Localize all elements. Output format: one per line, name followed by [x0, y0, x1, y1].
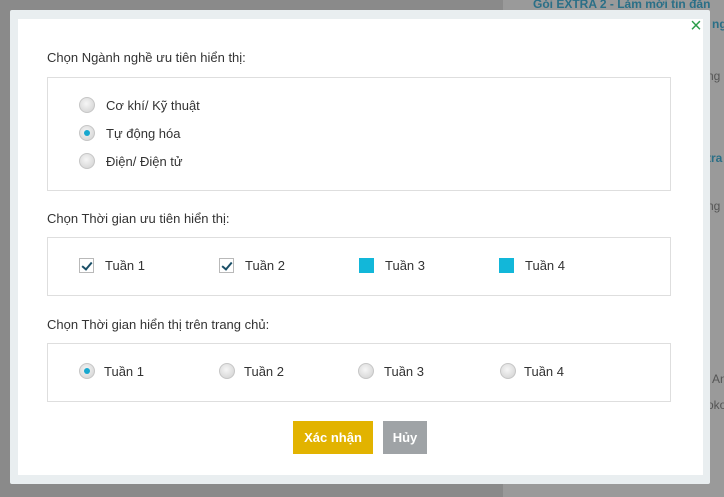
- radio-button-selected[interactable]: [79, 363, 95, 379]
- background-text-fragment: An: [712, 372, 724, 386]
- priority-week-option[interactable]: Tuần 1: [79, 258, 145, 273]
- section-industry-title: Chọn Ngành nghề ưu tiên hiển thị:: [47, 50, 246, 65]
- radio-button-selected[interactable]: [79, 125, 95, 141]
- radio-button[interactable]: [79, 153, 95, 169]
- checkbox-checked[interactable]: [219, 258, 234, 273]
- priority-week-option[interactable]: Tuần 2: [219, 258, 285, 273]
- checkbox-checked[interactable]: [79, 258, 94, 273]
- radio-button[interactable]: [358, 363, 374, 379]
- checkbox[interactable]: [499, 258, 514, 273]
- homepage-week-option[interactable]: Tuần 3: [358, 363, 424, 379]
- close-icon[interactable]: ×: [685, 16, 707, 38]
- radio-button[interactable]: [79, 97, 95, 113]
- priority-week-option[interactable]: Tuần 3: [359, 258, 425, 273]
- radio-button[interactable]: [219, 363, 235, 379]
- industry-option[interactable]: Tự động hóa: [79, 125, 180, 141]
- cancel-button[interactable]: Hủy: [383, 421, 427, 454]
- priority-week-option[interactable]: Tuần 4: [499, 258, 565, 273]
- homepage-week-option[interactable]: Tuần 4: [500, 363, 564, 379]
- background-link-fragment: ng: [712, 17, 724, 31]
- radio-button[interactable]: [500, 363, 516, 379]
- industry-option[interactable]: Điện/ Điện tử: [79, 153, 183, 169]
- section-homepage-time-title: Chọn Thời gian hiển thị trên trang chủ:: [47, 317, 270, 332]
- checkbox[interactable]: [359, 258, 374, 273]
- homepage-week-option[interactable]: Tuần 2: [219, 363, 284, 379]
- confirm-button[interactable]: Xác nhận: [293, 421, 373, 454]
- industry-option[interactable]: Cơ khí/ Kỹ thuật: [79, 97, 200, 113]
- section-priority-time-title: Chọn Thời gian ưu tiên hiển thị:: [47, 211, 230, 226]
- homepage-week-option[interactable]: Tuần 1: [79, 363, 144, 379]
